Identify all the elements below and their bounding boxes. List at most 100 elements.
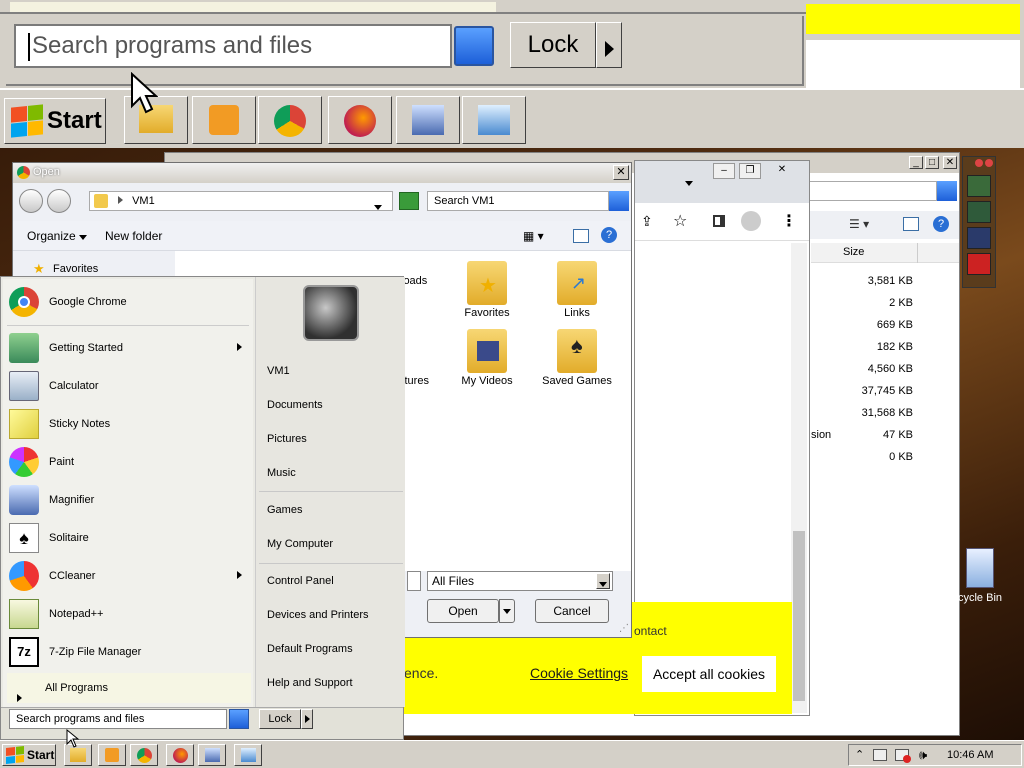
- start-button[interactable]: Start: [2, 744, 56, 766]
- program-paint[interactable]: Paint: [9, 445, 249, 479]
- profile-icon[interactable]: [741, 211, 761, 231]
- zoom-search-button[interactable]: [454, 26, 494, 66]
- place-help-support[interactable]: Help and Support: [267, 677, 353, 689]
- gadget-tile[interactable]: [967, 227, 991, 249]
- program-google-chrome[interactable]: Google Chrome: [9, 285, 249, 319]
- share-icon[interactable]: ⇪: [641, 213, 653, 230]
- firefox-taskbar-button[interactable]: [166, 744, 194, 766]
- place-music[interactable]: Music: [267, 467, 296, 479]
- file-type-select[interactable]: All Files: [427, 571, 613, 591]
- zoom-magnifier-taskbar-button[interactable]: [396, 96, 460, 144]
- address-dropdown-icon[interactable]: [374, 205, 382, 210]
- help-icon[interactable]: ?: [601, 227, 617, 243]
- place-games[interactable]: Games: [267, 504, 302, 516]
- volume-icon[interactable]: 🕪: [919, 747, 927, 763]
- program-solitaire[interactable]: ♠ Solitaire: [9, 521, 249, 555]
- zoom-lock-arrow-button[interactable]: [596, 22, 622, 68]
- new-folder-button[interactable]: New folder: [105, 229, 162, 243]
- forward-button[interactable]: [47, 189, 71, 213]
- refresh-button[interactable]: [399, 192, 419, 210]
- search-input[interactable]: Search VM1: [427, 191, 609, 211]
- shutdown-options-button[interactable]: [301, 709, 313, 729]
- resize-grip-icon[interactable]: ⋰: [619, 623, 629, 634]
- place-control-panel[interactable]: Control Panel: [267, 575, 334, 587]
- explorer-search-input[interactable]: [809, 181, 937, 201]
- explorer-search-button[interactable]: [937, 181, 957, 201]
- start-search-button[interactable]: [229, 709, 249, 729]
- organize-button[interactable]: Organize: [27, 229, 88, 243]
- media-taskbar-button[interactable]: [98, 744, 126, 766]
- search-button[interactable]: [609, 191, 629, 211]
- folder-favorites[interactable]: ★ Favorites: [447, 261, 527, 319]
- chrome-menu-icon[interactable]: ⋮: [781, 211, 797, 231]
- place-default-programs[interactable]: Default Programs: [267, 643, 353, 655]
- program-notepadpp[interactable]: Notepad++: [9, 597, 249, 631]
- program-getting-started[interactable]: Getting Started: [9, 331, 249, 365]
- zoom-remote-taskbar-button[interactable]: [462, 96, 526, 144]
- gadget-tile[interactable]: [967, 201, 991, 223]
- all-programs-button[interactable]: All Programs: [7, 673, 251, 703]
- open-dialog-titlebar[interactable]: [13, 163, 631, 183]
- program-ccleaner[interactable]: CCleaner: [9, 559, 249, 593]
- program-magnifier[interactable]: Magnifier: [9, 483, 249, 517]
- zoom-start-button[interactable]: Start: [4, 98, 106, 144]
- folder-my-videos[interactable]: My Videos: [447, 329, 527, 387]
- minimize-button[interactable]: _: [909, 156, 923, 169]
- zoom-firefox-taskbar-button[interactable]: [328, 96, 392, 144]
- contact-link[interactable]: ontact: [634, 624, 667, 638]
- place-pictures[interactable]: Pictures: [267, 433, 307, 445]
- zoom-lock-button[interactable]: Lock: [510, 22, 596, 68]
- place-my-computer[interactable]: My Computer: [267, 538, 333, 550]
- open-button[interactable]: Open: [427, 599, 499, 623]
- gadget-option-icon[interactable]: [985, 159, 993, 167]
- place-vm1[interactable]: VM1: [267, 365, 290, 377]
- tray-expand-icon[interactable]: ⌃: [855, 748, 864, 761]
- address-bar[interactable]: VM1: [89, 191, 393, 211]
- remote-taskbar-button[interactable]: [234, 744, 262, 766]
- open-dropdown-button[interactable]: [499, 599, 515, 623]
- maximize-button[interactable]: □: [925, 156, 939, 169]
- chrome-taskbar-button[interactable]: [130, 744, 158, 766]
- gadget-close-icon[interactable]: [975, 159, 983, 167]
- gadget-tile[interactable]: [967, 253, 991, 275]
- restore-button[interactable]: ❐: [739, 163, 761, 179]
- folder-saved-games[interactable]: ♠ Saved Games: [537, 329, 617, 387]
- cancel-button[interactable]: Cancel: [535, 599, 609, 623]
- program-sticky-notes[interactable]: Sticky Notes: [9, 407, 249, 441]
- network-icon[interactable]: [873, 749, 887, 761]
- place-devices-printers[interactable]: Devices and Printers: [267, 609, 369, 621]
- back-button[interactable]: [19, 189, 43, 213]
- zoom-search-input[interactable]: Search programs and files: [14, 24, 452, 68]
- folder-links[interactable]: ↗ Links: [537, 261, 617, 319]
- start-search-input[interactable]: Search programs and files: [9, 709, 227, 729]
- zoom-chrome-taskbar-button[interactable]: [258, 96, 322, 144]
- close-button[interactable]: ✕: [771, 163, 793, 179]
- filename-dropdown[interactable]: [407, 571, 421, 591]
- user-picture[interactable]: [303, 285, 359, 341]
- program-calculator[interactable]: Calculator: [9, 369, 249, 403]
- magnifier-taskbar-button[interactable]: [198, 744, 226, 766]
- zoom-media-taskbar-button[interactable]: [192, 96, 256, 144]
- scrollbar-thumb[interactable]: [793, 531, 805, 701]
- gadget-tile[interactable]: [967, 175, 991, 197]
- lock-button[interactable]: Lock: [259, 709, 301, 729]
- help-icon[interactable]: ?: [933, 216, 949, 232]
- views-icon[interactable]: ☰ ▾: [849, 217, 869, 231]
- accept-cookies-button[interactable]: Accept all cookies: [642, 656, 776, 692]
- recycle-bin[interactable]: cycle Bin: [956, 548, 1004, 604]
- side-panel-icon[interactable]: [713, 215, 725, 227]
- minimize-button[interactable]: –: [713, 163, 735, 179]
- column-header[interactable]: Size: [811, 243, 959, 263]
- clock[interactable]: 10:46 AM: [947, 749, 993, 761]
- nav-favorites[interactable]: Favorites: [53, 263, 98, 275]
- cookie-settings-link[interactable]: Cookie Settings: [530, 665, 628, 681]
- close-button[interactable]: ✕: [613, 165, 629, 180]
- program-7zip[interactable]: 7z 7-Zip File Manager: [9, 635, 249, 669]
- place-documents[interactable]: Documents: [267, 399, 323, 411]
- tab-search-icon[interactable]: [685, 177, 693, 189]
- views-icon[interactable]: ▦ ▾: [523, 229, 544, 243]
- preview-pane-icon[interactable]: [573, 229, 589, 243]
- preview-pane-icon[interactable]: [903, 217, 919, 231]
- close-button[interactable]: ✕: [943, 156, 957, 169]
- bookmark-star-icon[interactable]: ☆: [673, 211, 687, 231]
